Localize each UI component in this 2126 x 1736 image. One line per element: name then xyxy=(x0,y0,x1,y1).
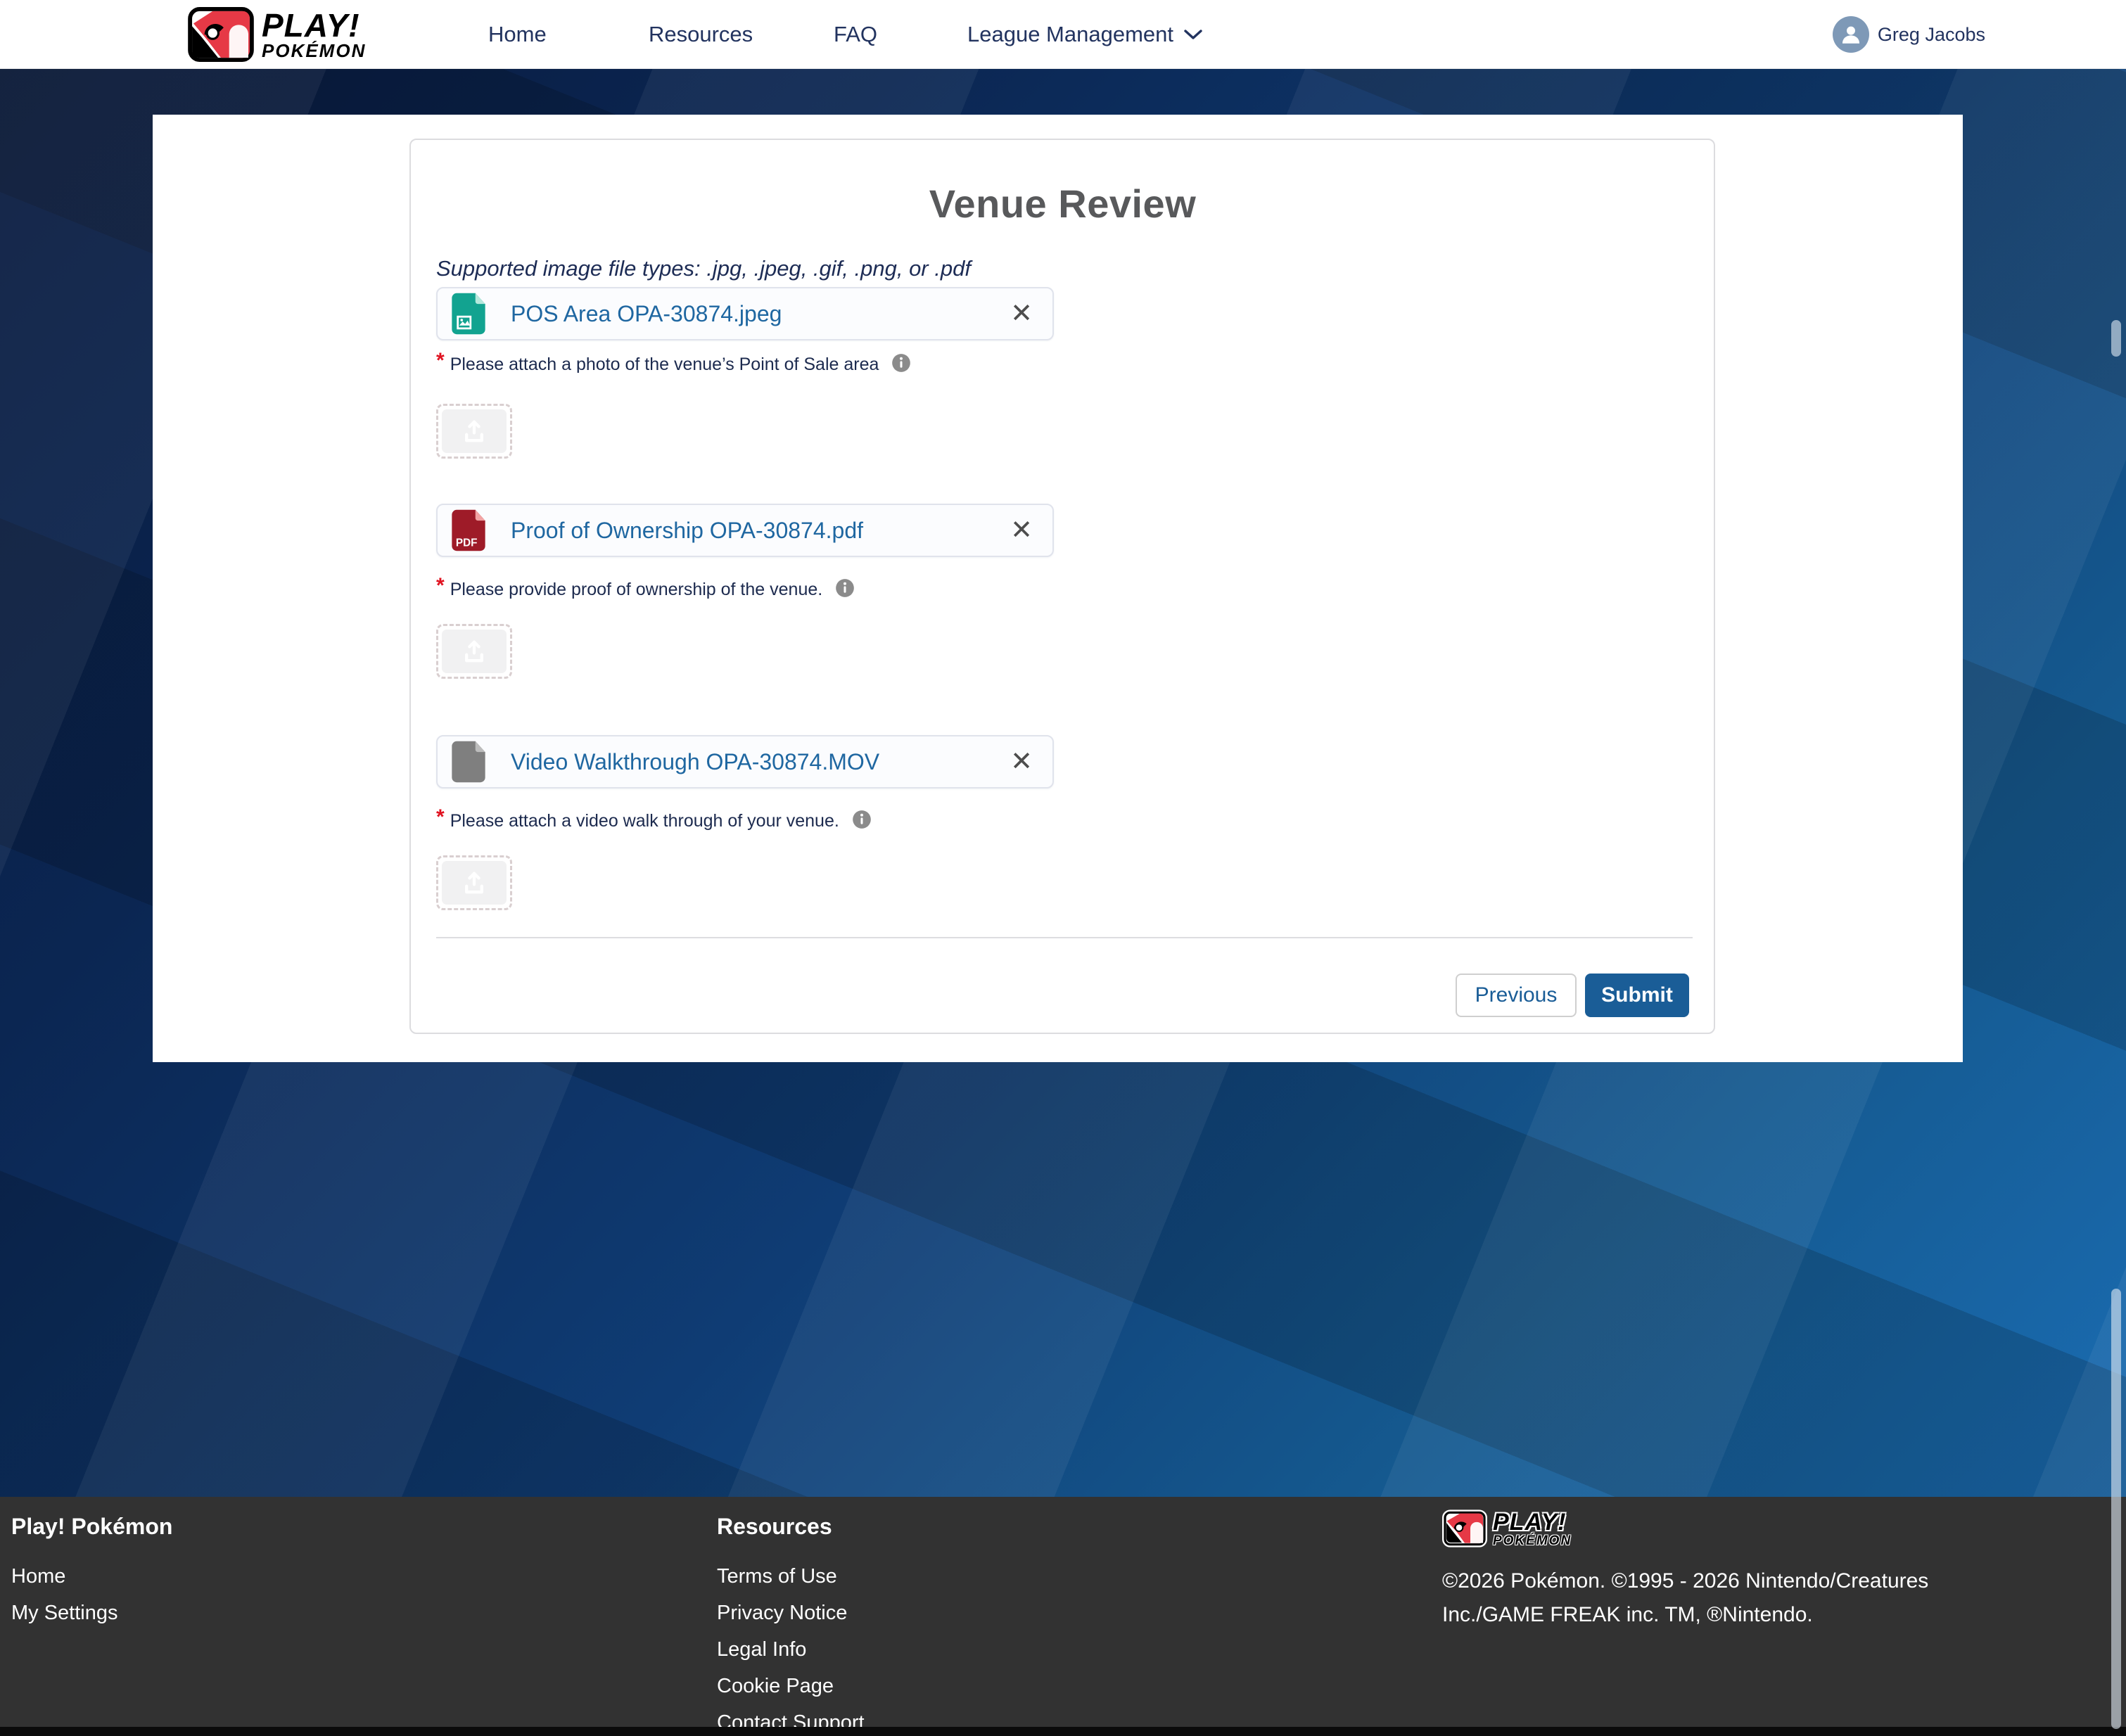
page: PLAY! POKÉMON Home Resources FAQ League … xyxy=(0,0,2126,1736)
upload-dropzone-video-walkthrough[interactable] xyxy=(436,855,512,910)
file-name[interactable]: Video Walkthrough OPA-30874.MOV xyxy=(511,749,879,775)
required-marker: * xyxy=(436,352,445,373)
required-marker: * xyxy=(436,805,445,829)
footer-link-my-settings[interactable]: My Settings xyxy=(11,1602,713,1625)
video-file-icon xyxy=(449,739,488,784)
required-marker: * xyxy=(436,574,445,598)
upload-dropzone-pos-area[interactable] xyxy=(436,404,512,459)
footer-column-play-pokemon: Play! Pokémon Home My Settings xyxy=(0,1497,713,1727)
nav-item-home[interactable]: Home xyxy=(488,0,547,69)
nav-item-resources-label: Resources xyxy=(649,22,753,47)
brand-line2: POKÉMON xyxy=(1493,1534,1572,1547)
brand-line1: PLAY! xyxy=(1493,1510,1572,1534)
footer-heading: Resources xyxy=(717,1514,1430,1540)
footer-column-resources: Resources Terms of Use Privacy Notice Le… xyxy=(713,1497,1430,1727)
file-name[interactable]: Proof of Ownership OPA-30874.pdf xyxy=(511,518,863,544)
info-icon[interactable] xyxy=(852,810,872,829)
footer-column-legal: PLAY! POKÉMON ©2026 Pokémon. ©1995 - 202… xyxy=(1430,1497,2126,1727)
image-file-icon xyxy=(449,291,488,336)
play-pokemon-logo-icon xyxy=(1442,1508,1487,1549)
scrollbar-thumb-top[interactable] xyxy=(2111,320,2121,357)
footer-link-privacy-notice[interactable]: Privacy Notice xyxy=(717,1602,1430,1625)
content-card: Venue Review Supported image file types:… xyxy=(153,115,1963,1062)
remove-file-button[interactable]: ✕ xyxy=(1010,517,1033,544)
uploaded-file-pos-area[interactable]: POS Area OPA-30874.jpeg ✕ xyxy=(436,287,1054,340)
supported-file-types-note: Supported image file types: .jpg, .jpeg,… xyxy=(436,256,1689,284)
upload-icon xyxy=(460,870,488,895)
nav-item-league-management-label: League Management xyxy=(967,22,1173,47)
uploaded-file-video-walkthrough[interactable]: Video Walkthrough OPA-30874.MOV ✕ xyxy=(436,735,1054,789)
chevron-down-icon xyxy=(1183,28,1203,41)
info-icon[interactable] xyxy=(835,578,855,598)
previous-button[interactable]: Previous xyxy=(1456,974,1577,1017)
brand-line1: PLAY! xyxy=(262,9,366,42)
divider xyxy=(436,937,1693,938)
file-requirement-row: * Please attach a photo of the venue’s P… xyxy=(436,352,1689,373)
footer: Play! Pokémon Home My Settings Resources… xyxy=(0,1497,2126,1727)
upload-button[interactable] xyxy=(442,409,507,453)
requirement-text: Please provide proof of ownership of the… xyxy=(450,577,823,600)
footer-link-terms-of-use[interactable]: Terms of Use xyxy=(717,1565,1430,1588)
footer-heading: Play! Pokémon xyxy=(11,1514,713,1540)
user-name: Greg Jacobs xyxy=(1878,24,1985,46)
remove-file-button[interactable]: ✕ xyxy=(1010,748,1033,775)
pdf-icon-label: PDF xyxy=(456,537,478,549)
nav-item-resources[interactable]: Resources xyxy=(649,0,753,69)
upload-icon xyxy=(460,419,488,444)
nav-item-league-management[interactable]: League Management xyxy=(967,0,1203,69)
footer-bottom-strip xyxy=(0,1727,2126,1736)
submit-button[interactable]: Submit xyxy=(1585,974,1689,1017)
file-requirement-row: * Please attach a video walk through of … xyxy=(436,808,1689,832)
nav-item-home-label: Home xyxy=(488,22,547,47)
upload-dropzone-proof-of-ownership[interactable] xyxy=(436,624,512,679)
nav-item-faq-label: FAQ xyxy=(834,22,877,47)
copyright-text: ©2026 Pokémon. ©1995 - 2026 Nintendo/Cre… xyxy=(1442,1564,1956,1632)
footer-link-home[interactable]: Home xyxy=(11,1565,713,1588)
play-pokemon-logo-icon xyxy=(187,7,255,62)
user-menu[interactable]: Greg Jacobs xyxy=(1833,0,1985,69)
top-navbar: PLAY! POKÉMON Home Resources FAQ League … xyxy=(0,0,2126,69)
venue-review-panel: Venue Review Supported image file types:… xyxy=(409,139,1715,1034)
pdf-file-icon: PDF xyxy=(449,508,488,553)
file-name[interactable]: POS Area OPA-30874.jpeg xyxy=(511,301,782,327)
avatar xyxy=(1833,16,1869,53)
footer-link-cookie-page[interactable]: Cookie Page xyxy=(717,1675,1430,1698)
requirement-text: Please attach a video walk through of yo… xyxy=(450,808,839,831)
upload-button[interactable] xyxy=(442,861,507,905)
upload-button[interactable] xyxy=(442,630,507,673)
footer-play-pokemon-logo: PLAY! POKÉMON xyxy=(1442,1508,2126,1549)
page-title: Venue Review xyxy=(436,181,1689,226)
play-pokemon-logo[interactable]: PLAY! POKÉMON xyxy=(187,7,366,62)
nav-item-faq[interactable]: FAQ xyxy=(834,0,877,69)
footer-link-legal-info[interactable]: Legal Info xyxy=(717,1638,1430,1661)
requirement-text: Please attach a photo of the venue’s Poi… xyxy=(450,352,879,373)
info-icon[interactable] xyxy=(891,353,911,373)
file-requirement-row: * Please provide proof of ownership of t… xyxy=(436,577,1689,601)
scrollbar-thumb[interactable] xyxy=(2111,1289,2121,1729)
uploaded-file-proof-of-ownership[interactable]: PDF Proof of Ownership OPA-30874.pdf ✕ xyxy=(436,504,1054,557)
form-actions: Previous Submit xyxy=(436,974,1689,1017)
remove-file-button[interactable]: ✕ xyxy=(1010,300,1033,327)
upload-icon xyxy=(460,639,488,664)
brand-line2: POKÉMON xyxy=(262,42,366,60)
person-icon xyxy=(1839,23,1863,46)
